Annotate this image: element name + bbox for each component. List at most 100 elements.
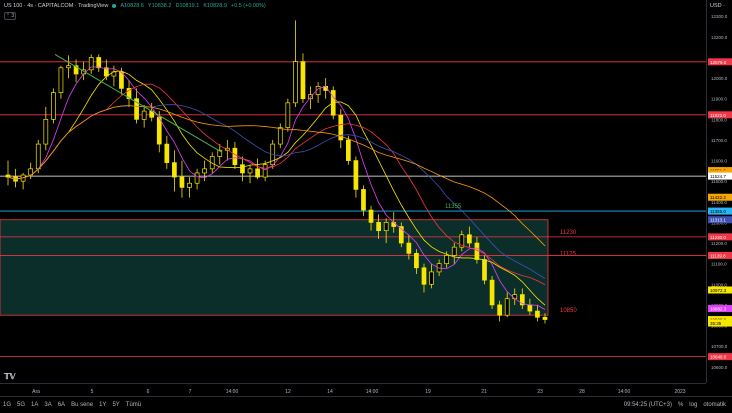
candle-body <box>346 139 351 161</box>
candle-body <box>391 222 397 227</box>
candle-body <box>406 242 412 254</box>
price-badge-label: 11822.0 <box>710 113 726 118</box>
time-tick: 19 <box>425 389 431 395</box>
candle-body <box>240 164 245 174</box>
price-annotation: 10850 <box>560 308 577 314</box>
candle-body <box>232 147 238 166</box>
candle-body <box>66 65 71 69</box>
candle-body <box>300 61 306 100</box>
clock-label[interactable]: 09:54:25 (UTC+3) <box>624 402 672 408</box>
candle-body <box>293 61 298 104</box>
time-tick: 6 <box>147 389 150 395</box>
ohlc-open: A10828.6 <box>120 3 144 9</box>
price-badge-label: 11139.8 <box>710 253 726 258</box>
price-badge-label: 11524.7 <box>710 174 726 179</box>
symbol-title: US 100 · 4s · CAPITALCOM · TradingView <box>4 3 109 9</box>
price-badge-label: 10882.3 <box>710 307 727 312</box>
candle-body <box>172 162 177 178</box>
time-tick: 21 <box>481 389 487 395</box>
candle-body <box>141 110 147 120</box>
candle-body <box>202 168 207 174</box>
candle-body <box>194 172 200 184</box>
time-tick: 7 <box>189 389 192 395</box>
price-tick: 11200.0 <box>711 241 727 246</box>
time-tick: Ara <box>32 389 40 395</box>
price-tick: 11900.0 <box>711 97 727 102</box>
candle-body <box>444 255 450 265</box>
candle-body <box>179 176 185 188</box>
timeframe-button[interactable]: 3A <box>41 402 54 408</box>
candle-body <box>383 222 389 232</box>
timeframe-button[interactable]: Bu sene <box>68 402 96 408</box>
price-tick: 11600.0 <box>711 159 727 164</box>
teal-zone <box>0 219 549 316</box>
price-annotation: 11230 <box>560 230 577 236</box>
price-tick: 11500.0 <box>711 179 727 184</box>
price-badge-label: 11230.0 <box>710 235 726 240</box>
price-tick: 10600.0 <box>711 365 728 370</box>
auto-toggle[interactable]: otomatik <box>703 402 726 408</box>
candle-body <box>156 116 162 145</box>
trendline[interactable] <box>54 53 223 153</box>
market-status-icon <box>112 4 117 8</box>
candle-body <box>5 174 11 178</box>
price-badge-label: 11355.0 <box>710 209 726 214</box>
price-tick: 12200.0 <box>711 35 728 40</box>
candle-body <box>527 304 533 312</box>
candle-body <box>96 57 102 69</box>
timeframe-button[interactable]: 5G <box>14 402 28 408</box>
timeframe-button[interactable]: 1A <box>28 402 41 408</box>
tradingview-logo: 𝕋𝕍 <box>4 372 16 381</box>
log-toggle[interactable]: log <box>689 402 697 408</box>
candle-body <box>262 164 268 178</box>
price-tick: 10700.0 <box>711 344 728 349</box>
candle-body <box>467 234 472 244</box>
time-tick: 14 <box>327 389 333 395</box>
time-tick: 14:00 <box>226 389 239 395</box>
currency-label[interactable]: USD · <box>710 3 725 9</box>
candle-body <box>361 189 366 211</box>
candle-body <box>368 209 374 223</box>
price-badge-label: 12079.0 <box>710 60 727 65</box>
candle-body <box>489 279 495 306</box>
candle-body <box>285 102 291 128</box>
candle-body <box>247 168 253 174</box>
candle-body <box>376 222 381 232</box>
time-axis[interactable]: Ara 5 6 7 14:00 12 14 14:00 19 21 23 28 14:00 2023 <box>0 383 706 397</box>
candle-body <box>187 182 192 188</box>
price-tick: 11700.0 <box>711 138 727 143</box>
timeframe-button[interactable]: 6A <box>55 402 68 408</box>
candle-body <box>497 304 502 316</box>
time-tick: 12 <box>285 389 291 395</box>
candle-body <box>504 298 510 316</box>
price-badge-label: 35:35 <box>710 321 722 326</box>
candle-body <box>421 267 427 285</box>
ohlc-low: D10819.1 <box>175 3 200 9</box>
timeframe-button[interactable]: 1G <box>0 402 14 408</box>
candle-body <box>542 316 548 320</box>
bottom-toolbar: 1G 5G 1A 3A 6A Bu sene 1Y 5Y Tümü 09:54:25 (UTC+… <box>0 396 732 413</box>
timeframe-button[interactable]: Tümü <box>123 402 144 408</box>
timeframe-list: 1G 5G 1A 3A 6A Bu sene 1Y 5Y Tümü <box>0 402 144 408</box>
candle-body <box>58 67 64 93</box>
price-chart[interactable]: 11355 11230 11125 10850 <box>0 0 706 383</box>
ohlc-high: Y10838.2 <box>147 3 172 9</box>
ohlc-close: K10828.9 <box>203 3 227 9</box>
timeframe-button[interactable]: 5Y <box>109 402 122 408</box>
candle-body <box>482 259 487 281</box>
percent-toggle[interactable]: % <box>678 402 683 408</box>
time-tick: 28 <box>579 389 585 395</box>
time-tick: 14:00 <box>618 389 631 395</box>
candle-body <box>535 310 540 318</box>
price-badge-label: 10972.3 <box>710 288 727 293</box>
price-tick: 11100.0 <box>711 262 727 267</box>
ohlc-change: +0.5 (+0.00%) <box>230 3 266 9</box>
indicators-collapse-button[interactable]: ⌃ 3 <box>4 12 16 20</box>
price-annotation: 11125 <box>560 252 576 258</box>
chart-header: US 100 · 4s · CAPITALCOM · TradingView A… <box>4 3 266 9</box>
timeframe-button[interactable]: 1Y <box>96 402 109 408</box>
candle-body <box>353 160 359 190</box>
price-axis[interactable]: 12300.0 12200.0 12000.0 11900.0 11800.0 11700… <box>706 0 732 383</box>
price-badge-label: 11422.2 <box>710 195 726 200</box>
price-tick: 12300.0 <box>711 14 728 19</box>
